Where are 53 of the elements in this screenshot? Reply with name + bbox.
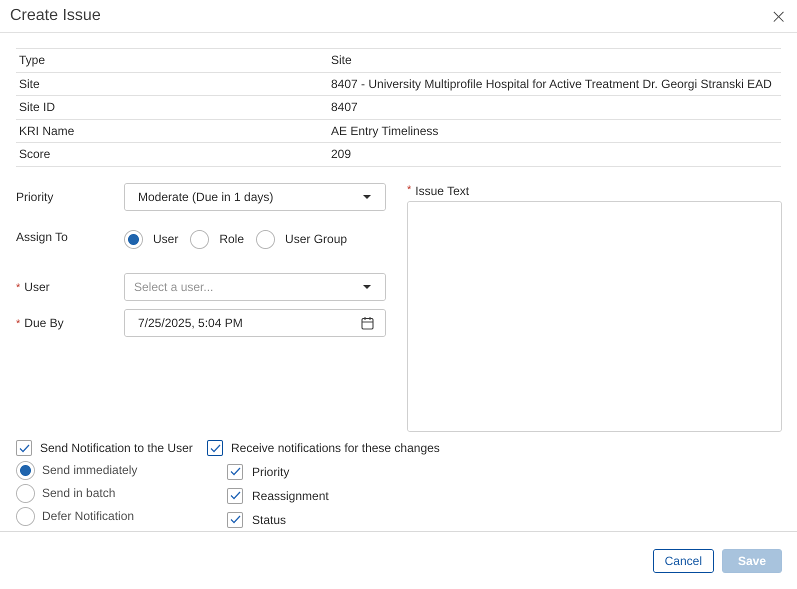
table-cell-text: Site xyxy=(18,76,41,93)
checkbox-label: Reassignment xyxy=(252,488,329,504)
select-field[interactable]: Moderate (Due in 1 days) xyxy=(124,182,386,210)
table-cell-text: Site ID xyxy=(18,99,56,116)
date-field[interactable]: 7/25/2025, 5:04 PM xyxy=(124,308,386,336)
radio-button[interactable] xyxy=(256,230,276,248)
field-label: Assign To xyxy=(16,230,68,244)
table-cell-text: KRI Name xyxy=(18,122,76,140)
checkbox-label: Status xyxy=(252,512,286,528)
checkbox[interactable] xyxy=(207,440,223,456)
radio-button[interactable] xyxy=(16,484,35,502)
table-cell-text: 8407 - University Multiprofile Hospital for Active Treatment Dr. Georgi Stranski EAD xyxy=(331,76,772,93)
checkbox[interactable] xyxy=(227,464,243,480)
radio-button[interactable] xyxy=(190,230,210,248)
table-cell-text: Score xyxy=(18,146,52,164)
caret-icon xyxy=(362,284,372,290)
cancel-button[interactable]: Cancel xyxy=(652,548,714,572)
required-marker: * xyxy=(407,183,412,198)
close-button[interactable]: × xyxy=(770,6,787,26)
option-label: Send in batch xyxy=(42,485,116,502)
field-label: Issue Text xyxy=(415,182,470,200)
check-icon xyxy=(230,515,240,524)
check-icon xyxy=(210,444,220,452)
check-icon xyxy=(18,444,30,452)
checkbox[interactable] xyxy=(16,440,32,456)
required-marker: * xyxy=(16,282,20,294)
option-label: Defer Notification xyxy=(42,508,134,525)
window-title: Create Issue xyxy=(10,6,101,26)
checkbox[interactable] xyxy=(227,512,243,528)
option-label: Role xyxy=(219,231,244,248)
field-label: User xyxy=(24,280,50,294)
radio-button[interactable] xyxy=(16,506,35,526)
check-icon xyxy=(230,467,240,476)
table-cell-text: Type xyxy=(18,52,46,70)
option-label: Send immediately xyxy=(42,462,138,479)
caret-icon xyxy=(362,194,372,200)
option-label: User xyxy=(153,231,178,248)
radio-button[interactable] xyxy=(124,230,143,248)
table-cell-text: 8407 xyxy=(331,99,358,116)
check-icon xyxy=(230,491,240,500)
table-cell-text: 209 xyxy=(331,146,352,164)
field-label: Due By xyxy=(24,316,64,330)
checkbox-label: Receive notifications for these changes xyxy=(231,440,440,457)
required-marker: * xyxy=(16,318,20,330)
checkbox[interactable] xyxy=(227,488,243,504)
table-cell-text: AE Entry Timeliness xyxy=(331,122,438,140)
option-label: User Group xyxy=(285,231,348,248)
radio-button[interactable] xyxy=(16,460,35,480)
checkbox-label: Send Notification to the User xyxy=(40,440,193,457)
calendar-icon[interactable] xyxy=(361,316,374,330)
field-label: Priority xyxy=(16,190,54,204)
checkbox-label: Priority xyxy=(252,464,290,480)
table-cell-text: Site xyxy=(331,52,352,70)
